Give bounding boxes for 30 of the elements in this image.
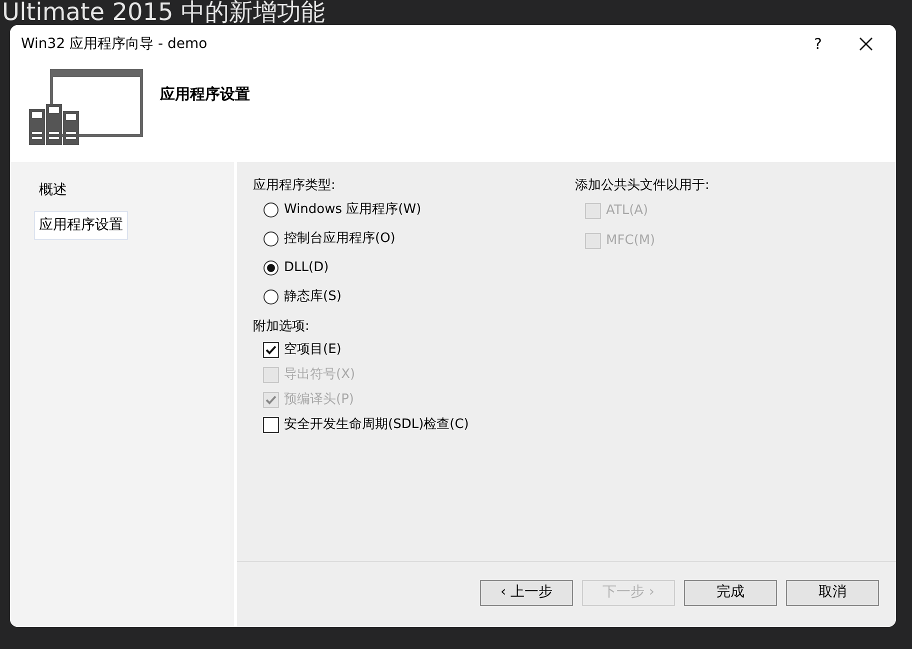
option-label: 空项目(E) — [284, 340, 342, 359]
checkbox[interactable] — [263, 416, 279, 432]
nav-item[interactable]: 概述 — [34, 176, 72, 205]
wizard-button[interactable]: 完成 — [684, 580, 777, 606]
radio-button[interactable] — [263, 260, 279, 276]
option-label: 控制台应用程序(O) — [284, 230, 396, 248]
option-label: MFC(M) — [606, 232, 656, 250]
nav-item[interactable]: 应用程序设置 — [34, 211, 128, 240]
wizard-button[interactable]: ‹ 上一步 — [480, 580, 573, 606]
wizard-button[interactable]: 取消 — [786, 580, 879, 606]
option-label: 安全开发生命周期(SDL)检查(C) — [284, 416, 469, 434]
group-label: 附加选项: — [253, 318, 310, 336]
help-button[interactable]: ? — [798, 29, 838, 59]
checkbox[interactable] — [263, 342, 279, 358]
close-icon — [859, 37, 873, 51]
radio-button[interactable] — [263, 230, 279, 246]
page-heading: Ultimate 2015 中的新增功能 — [2, 0, 325, 25]
application-server-icon — [29, 69, 144, 145]
option-label: 静态库(S) — [284, 288, 342, 306]
option-label: 导出符号(X) — [284, 366, 356, 384]
group-label: 应用程序类型: — [253, 177, 336, 195]
page-header: 应用程序设置 — [160, 84, 250, 105]
group-label: 添加公共头文件以用于: — [575, 177, 710, 195]
option-label: 预编译头(P) — [284, 390, 354, 409]
option-label: Windows 应用程序(W) — [284, 200, 422, 219]
option-label: DLL(D) — [284, 258, 329, 277]
window-title: Win32 应用程序向导 - demo — [21, 34, 208, 54]
option-label: ATL(A) — [606, 202, 648, 220]
radio-button[interactable] — [263, 202, 279, 218]
radio-button[interactable] — [263, 288, 279, 304]
